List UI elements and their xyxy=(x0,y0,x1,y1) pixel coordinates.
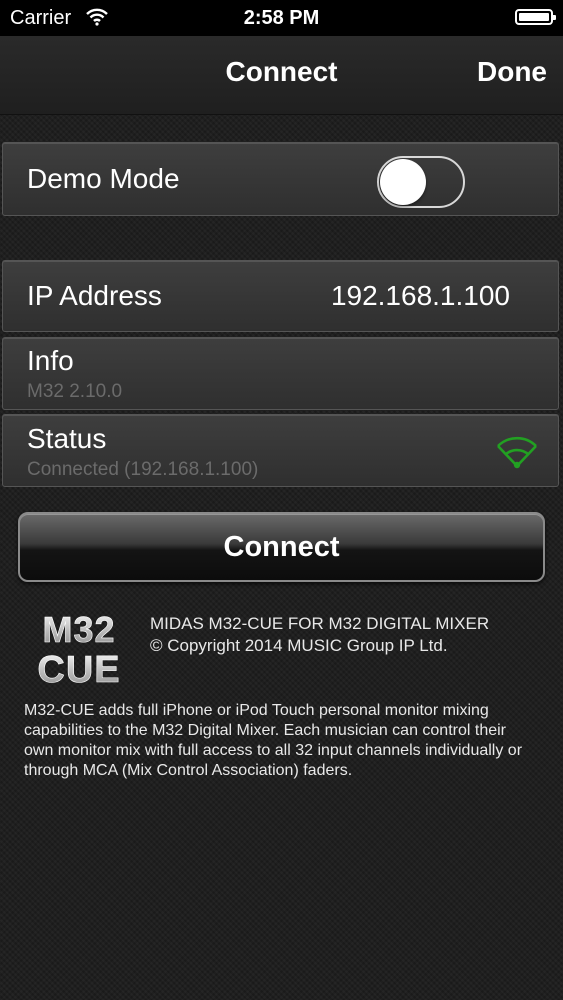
wifi-connected-icon xyxy=(495,436,539,475)
ip-address-value[interactable]: 192.168.1.100 xyxy=(331,280,510,312)
status-row: Status Connected (192.168.1.100) xyxy=(2,414,559,487)
demo-mode-row: Demo Mode xyxy=(2,142,559,216)
connect-button[interactable]: Connect xyxy=(18,512,545,582)
info-label: Info xyxy=(27,345,74,376)
clock: 2:58 PM xyxy=(243,7,320,29)
status-label: Status xyxy=(27,423,107,454)
m32-cue-logo: M32 CUE xyxy=(24,609,134,692)
about-title: MIDAS M32-CUE FOR M32 DIGITAL MIXER xyxy=(150,614,490,633)
ip-address-label: IP Address xyxy=(27,280,162,311)
navigation-bar: Connect Done xyxy=(0,36,563,115)
demo-mode-toggle[interactable] xyxy=(377,156,465,208)
demo-mode-label: Demo Mode xyxy=(27,163,180,194)
about-description: M32-CUE adds full iPhone or iPod Touch p… xyxy=(24,702,523,779)
done-button[interactable]: Done xyxy=(477,56,547,88)
battery-icon xyxy=(515,9,556,25)
info-row: Info M32 2.10.0 xyxy=(2,337,559,410)
ip-address-row[interactable]: IP Address 192.168.1.100 xyxy=(2,260,559,332)
status-bar: Carrier 2:58 PM xyxy=(0,0,563,36)
connect-button-label: Connect xyxy=(223,531,340,563)
info-value: M32 2.10.0 xyxy=(27,381,123,402)
status-value: Connected (192.168.1.100) xyxy=(27,459,259,480)
svg-text:M32: M32 xyxy=(42,610,115,650)
copyright-text: © Copyright 2014 MUSIC Group IP Ltd. xyxy=(150,636,448,655)
svg-text:CUE: CUE xyxy=(37,649,120,688)
toggle-knob xyxy=(380,159,426,205)
